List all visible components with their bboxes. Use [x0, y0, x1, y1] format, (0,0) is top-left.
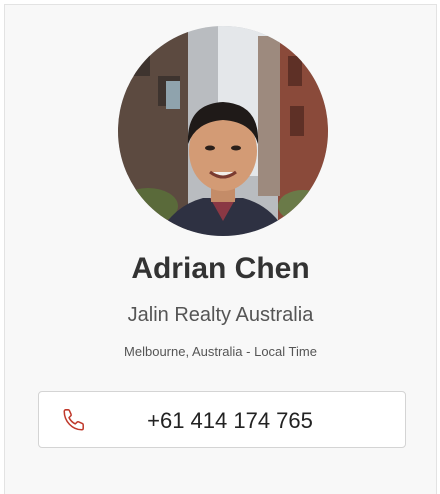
phone-number: +61 414 174 765 [147, 408, 313, 433]
agent-name: Adrian Chen [131, 252, 310, 285]
call-phone-button[interactable]: +61 414 174 765 [38, 391, 406, 448]
agent-avatar [118, 26, 328, 236]
agent-location: Melbourne, Australia - Local Time [124, 344, 317, 359]
agent-company: Jalin Realty Australia [127, 304, 314, 326]
agent-profile-card: Adrian Chen Jalin Realty Australia Melbo… [4, 4, 437, 494]
